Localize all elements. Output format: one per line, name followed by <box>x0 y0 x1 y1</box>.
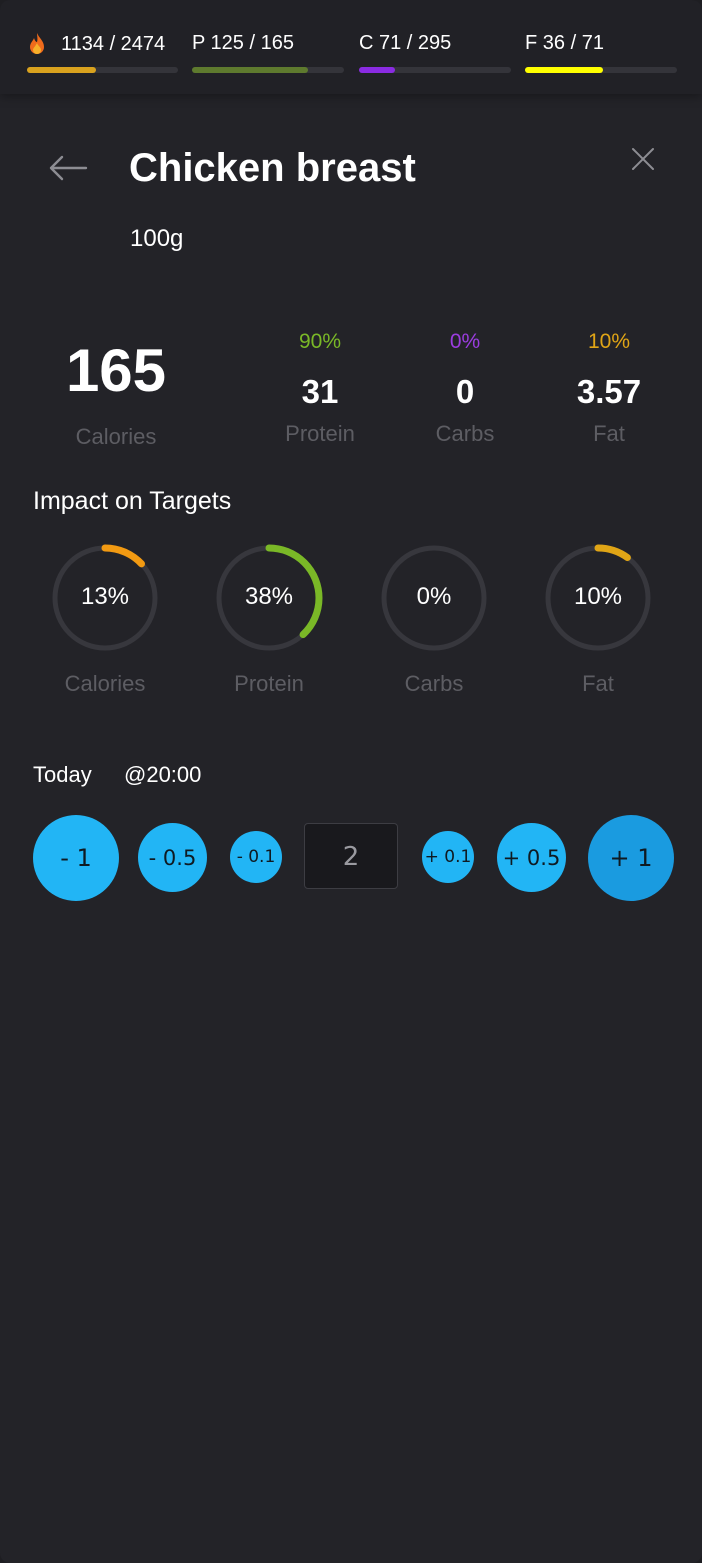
calories-impact-ring: 13% Calories <box>45 543 165 697</box>
calories-label: Calories <box>75 424 157 449</box>
carbs-value: 0 <box>455 373 475 410</box>
carbs-impact-ring: 0% Carbs <box>374 543 494 697</box>
protein-value: 31 <box>301 373 339 410</box>
calories-progress <box>27 67 178 73</box>
carbs-macro: 0% 0 Carbs <box>405 330 525 447</box>
fat-impact-label: Fat <box>582 671 614 696</box>
carbs-progress <box>359 67 511 73</box>
food-title: Chicken breast <box>129 146 416 190</box>
protein-impact-ring: 38% Protein <box>209 543 329 697</box>
protein-progress-fill <box>192 67 308 73</box>
fat-summary-text: F 36 / 71 <box>525 32 604 54</box>
protein-impact-percent: 38% <box>244 583 294 610</box>
fat-macro: 10% 3.57 Fat <box>549 330 669 447</box>
minus-0.5-button[interactable]: - 0.5 <box>138 823 207 892</box>
carbs-impact-percent: 0% <box>416 583 452 610</box>
plus-1-button[interactable]: + 1 <box>588 815 674 901</box>
fat-percent: 10% <box>587 330 631 353</box>
fat-label: Fat <box>593 421 625 446</box>
quantity-input[interactable]: 2 <box>304 823 398 889</box>
log-time[interactable]: @20:00 <box>124 762 201 788</box>
carbs-label: Carbs <box>435 421 495 446</box>
calories-value: 165 <box>65 337 167 404</box>
daily-summary-bar: 1134 / 2474 P 125 / 165 C 71 / 295 F 36 … <box>0 0 702 94</box>
fat-impact-ring: 10% Fat <box>538 543 658 697</box>
log-day[interactable]: Today <box>33 762 92 788</box>
close-icon[interactable] <box>630 146 656 172</box>
protein-label: Protein <box>285 421 355 446</box>
protein-summary: P 125 / 165 <box>192 32 344 82</box>
fat-value: 3.57 <box>576 373 642 410</box>
protein-impact-label: Protein <box>234 671 304 696</box>
protein-summary-text: P 125 / 165 <box>192 32 294 54</box>
fat-progress-fill <box>525 67 603 73</box>
food-detail-screen: 1134 / 2474 P 125 / 165 C 71 / 295 F 36 … <box>0 0 702 1563</box>
flame-icon <box>30 33 44 54</box>
calories-summary-text: 1134 / 2474 <box>61 32 166 55</box>
back-arrow-icon[interactable] <box>48 154 88 182</box>
fat-summary: F 36 / 71 <box>525 32 677 82</box>
calories-impact-percent: 13% <box>80 583 130 610</box>
carbs-impact-label: Carbs <box>404 671 464 696</box>
carbs-percent: 0% <box>449 330 481 353</box>
fat-impact-percent: 10% <box>573 583 623 610</box>
minus-0.1-button[interactable]: - 0.1 <box>230 831 282 883</box>
carbs-progress-fill <box>359 67 396 73</box>
calories-impact-label: Calories <box>64 671 146 696</box>
plus-0.5-button[interactable]: + 0.5 <box>497 823 566 892</box>
plus-0.1-button[interactable]: + 0.1 <box>422 831 474 883</box>
serving-size: 100g <box>130 225 184 252</box>
calories-summary: 1134 / 2474 <box>27 32 178 82</box>
protein-macro: 90% 31 Protein <box>260 330 380 447</box>
calories-progress-fill <box>27 67 97 73</box>
protein-percent: 90% <box>298 330 342 353</box>
carbs-summary-text: C 71 / 295 <box>359 32 452 54</box>
fat-progress <box>525 67 677 73</box>
impact-title: Impact on Targets <box>33 487 232 515</box>
carbs-summary: C 71 / 295 <box>359 32 511 82</box>
minus-1-button[interactable]: - 1 <box>33 815 119 901</box>
protein-progress <box>192 67 344 73</box>
